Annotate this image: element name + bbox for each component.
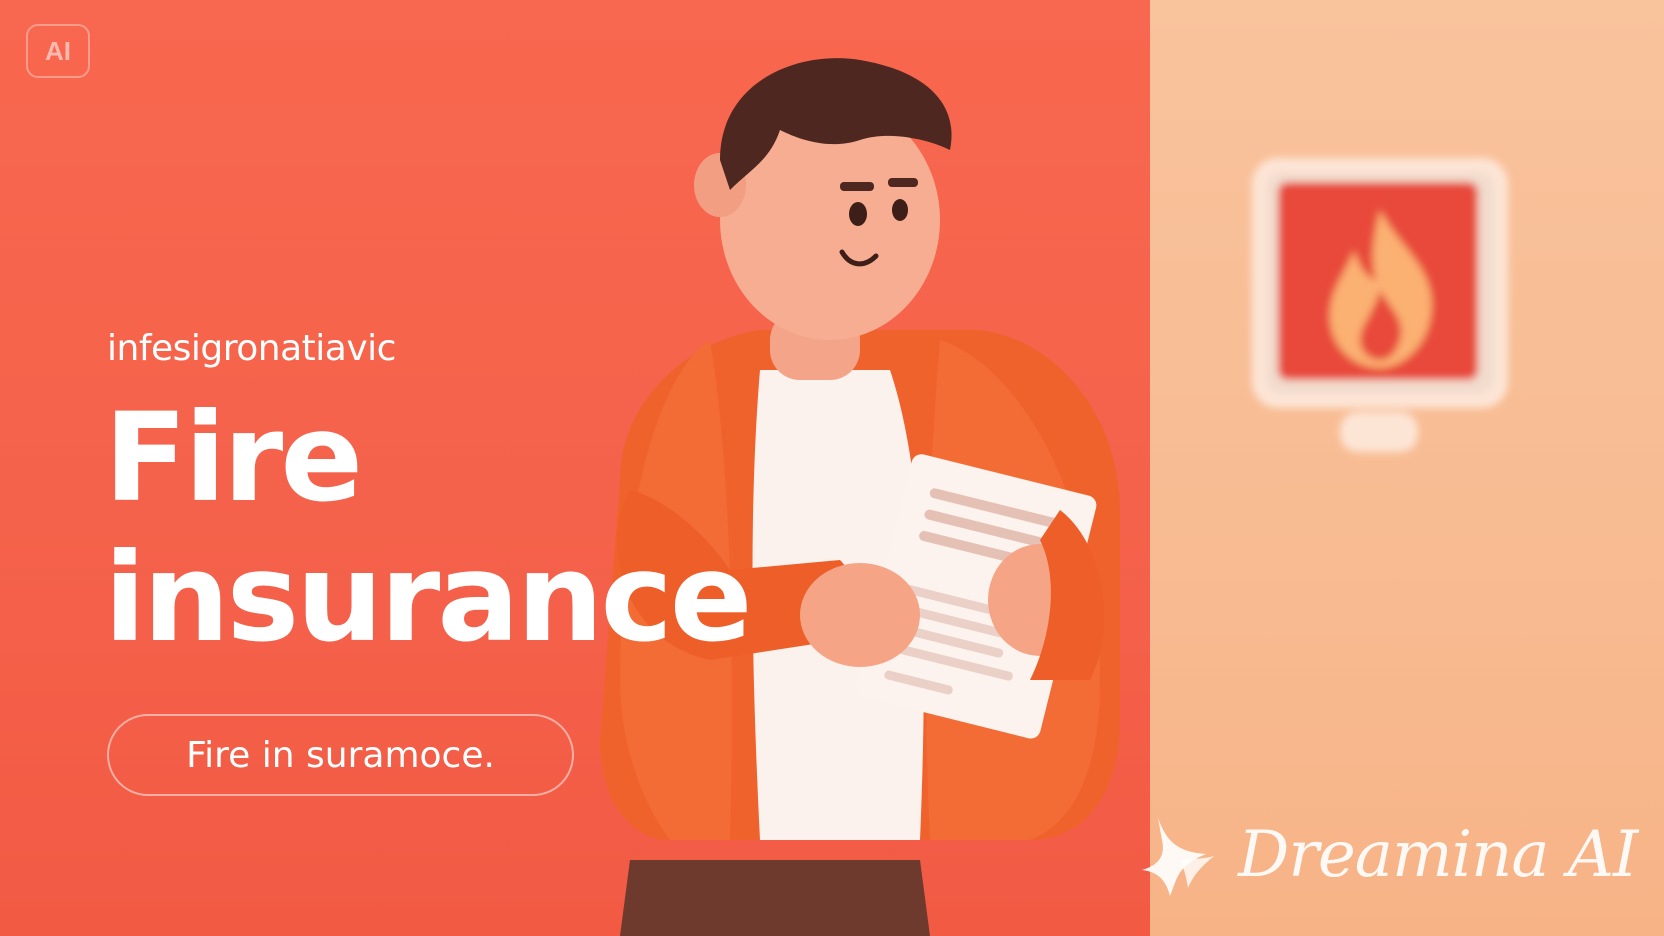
hero-headline: Fire insurance xyxy=(104,387,753,669)
hero-banner: AI infesigronatiavic Fire insurance Fire… xyxy=(0,0,1664,936)
ai-badge: AI xyxy=(26,24,90,78)
hero-kicker: infesigronatiavic xyxy=(107,328,396,369)
headline-line-2: insurance xyxy=(104,527,753,669)
watermark-text: Dreamina AI xyxy=(1238,818,1638,892)
dreamina-watermark: Dreamina AI xyxy=(1136,810,1638,900)
headline-line-1: Fire xyxy=(104,387,363,529)
dreamina-logo-icon xyxy=(1142,818,1214,896)
fire-alarm-icon xyxy=(1252,158,1508,452)
cta-pill-button[interactable]: Fire in suramoce. xyxy=(107,714,574,796)
